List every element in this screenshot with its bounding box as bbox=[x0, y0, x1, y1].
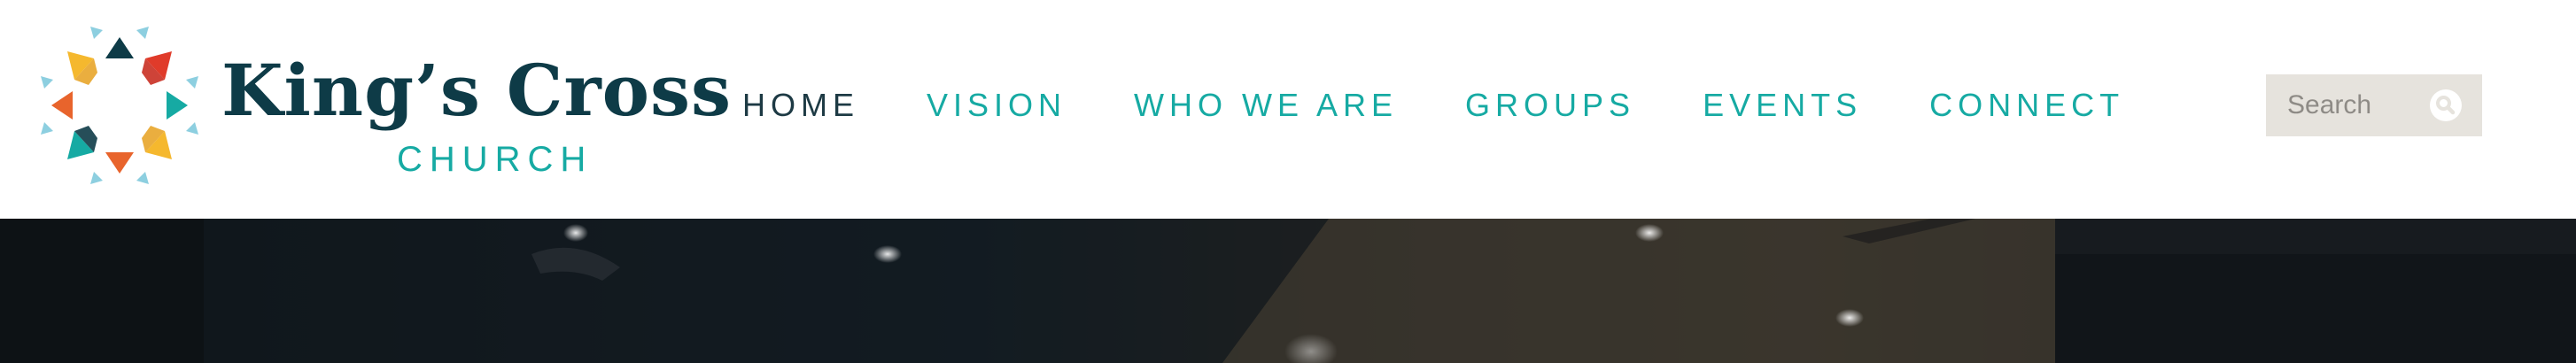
search-box bbox=[2266, 74, 2482, 136]
nav-item-vision[interactable]: VISION bbox=[927, 87, 1067, 124]
nav-item-connect[interactable]: CONNECT bbox=[1929, 87, 2124, 124]
logo-title: King’s Cross bbox=[221, 49, 733, 132]
main-nav: HOME VISION WHO WE ARE GROUPS EVENTS CON… bbox=[742, 81, 2124, 129]
search-input[interactable] bbox=[2266, 74, 2429, 136]
logo-text: King’s Cross CHURCH bbox=[221, 49, 733, 179]
hero-image bbox=[0, 219, 2576, 363]
logo-subtitle: CHURCH bbox=[397, 140, 594, 179]
starburst-logo-icon bbox=[41, 27, 198, 184]
nav-item-groups[interactable]: GROUPS bbox=[1465, 87, 1635, 124]
site-header: King’s Cross CHURCH HOME VISION WHO WE A… bbox=[0, 0, 2576, 219]
hero-photo bbox=[0, 219, 2576, 363]
search-icon[interactable] bbox=[2429, 89, 2463, 122]
nav-item-events[interactable]: EVENTS bbox=[1703, 87, 1862, 124]
nav-item-who-we-are[interactable]: WHO WE ARE bbox=[1134, 87, 1398, 124]
nav-item-home[interactable]: HOME bbox=[742, 87, 859, 124]
